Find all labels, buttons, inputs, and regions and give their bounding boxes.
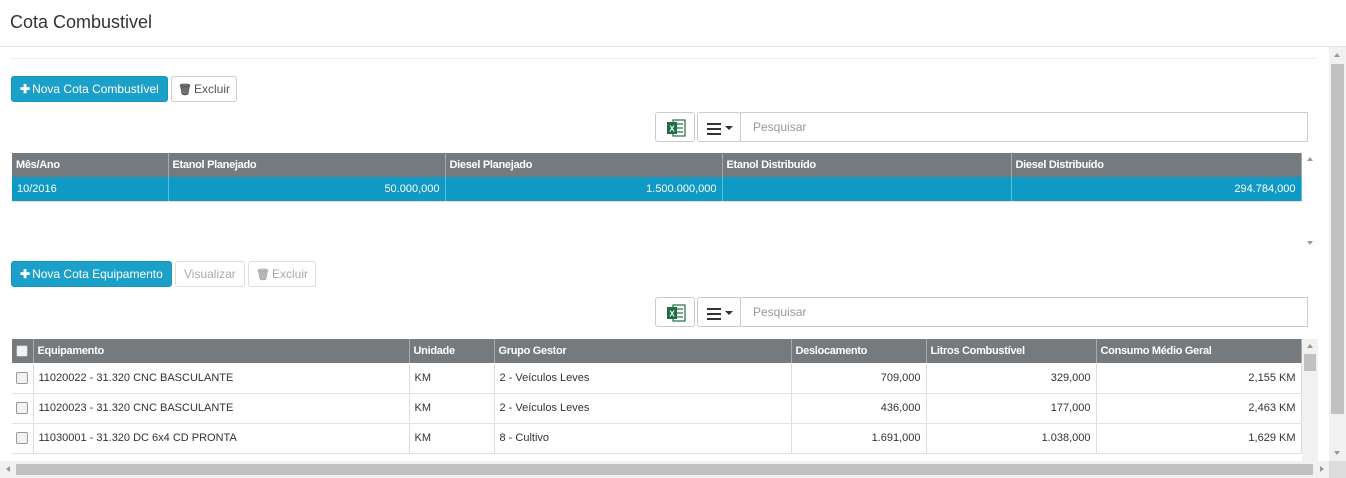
cell-deslocamento: 436,000	[791, 393, 927, 424]
cell-etanol-distribuido	[722, 177, 1012, 202]
columns-menu-button[interactable]	[697, 112, 741, 142]
scrollbar-corner	[1329, 461, 1346, 478]
row-checkbox-cell	[12, 423, 34, 454]
row-checkbox-cell	[12, 393, 34, 424]
list-menu-icon	[707, 123, 721, 138]
caret-down-icon	[725, 311, 733, 315]
scroll-thumb[interactable]	[1304, 354, 1316, 371]
column-header[interactable]: Deslocamento	[791, 339, 927, 363]
cell-consumo: 1,629 KM	[1096, 423, 1302, 454]
caret-down-icon	[725, 126, 733, 130]
cell-equipamento: 11030001 - 31.320 DC 6x4 CD PRONTA	[33, 423, 410, 454]
cell-litros: 329,000	[926, 363, 1097, 394]
search-input-fuel-quota[interactable]	[740, 112, 1308, 142]
column-header[interactable]: Consumo Médio Geral	[1096, 339, 1302, 363]
select-all-checkbox[interactable]	[16, 345, 28, 358]
main-content: ✚Nova Cota Combustível 🗑Excluir X Mês/An…	[0, 47, 1329, 461]
column-header[interactable]: Diesel Planejado	[445, 153, 723, 177]
svg-text:X: X	[669, 310, 675, 319]
cell-equipamento: 11020022 - 31.320 CNC BASCULANTE	[33, 363, 410, 394]
columns-menu-button[interactable]	[697, 297, 741, 327]
scroll-left-icon[interactable]	[6, 466, 10, 472]
table-row[interactable]: 11030001 - 31.320 DC 6x4 CD PRONTA KM 8 …	[12, 423, 1302, 454]
scroll-thumb[interactable]	[16, 464, 1313, 475]
equipment-quota-table: Equipamento Unidade Grupo Gestor Desloca…	[12, 339, 1302, 454]
cell-consumo: 2,155 KM	[1096, 363, 1302, 394]
scroll-up-icon[interactable]	[1334, 53, 1340, 57]
list-menu-icon	[707, 308, 721, 323]
page-vertical-scrollbar[interactable]	[1329, 47, 1346, 461]
export-excel-button[interactable]: X	[655, 112, 695, 142]
scroll-up-icon[interactable]	[1307, 157, 1313, 161]
fuel-quota-table: Mês/Ano Etanol Planejado Diesel Planejad…	[12, 153, 1302, 202]
new-fuel-quota-button[interactable]: ✚ Nova Cota Combustível	[11, 76, 168, 102]
cell-grupo-gestor: 2 - Veículos Leves	[494, 393, 792, 424]
scroll-thumb[interactable]	[1331, 64, 1344, 414]
table-row[interactable]: 10/2016 50.000,000 1.500.000,000 294.784…	[12, 177, 1302, 202]
cell-grupo-gestor: 8 - Cultivo	[494, 423, 792, 454]
table-header-row: Mês/Ano Etanol Planejado Diesel Planejad…	[12, 153, 1302, 177]
column-header[interactable]: Etanol Planejado	[168, 153, 446, 177]
scroll-right-icon[interactable]	[1320, 466, 1324, 472]
row-checkbox-cell	[12, 363, 34, 394]
delete-fuel-quota-button[interactable]: 🗑 Excluir	[171, 76, 237, 102]
excel-icon: X	[667, 119, 686, 137]
row-checkbox[interactable]	[16, 371, 28, 384]
select-all-header[interactable]	[12, 339, 34, 363]
export-excel-button[interactable]: X	[655, 297, 695, 327]
delete-equipment-quota-button[interactable]: 🗑 Excluir	[248, 261, 316, 287]
scroll-down-icon[interactable]	[1307, 241, 1313, 245]
cell-litros: 177,000	[926, 393, 1097, 424]
cell-etanol-planejado: 50.000,000	[168, 177, 446, 202]
table-row[interactable]: 11020022 - 31.320 CNC BASCULANTE KM 2 - …	[12, 363, 1302, 394]
trash-icon: 🗑	[178, 84, 192, 96]
plus-icon: ✚	[20, 267, 31, 281]
page-horizontal-scrollbar[interactable]	[0, 461, 1329, 478]
fuel-quota-table-scrollbar[interactable]	[1302, 153, 1318, 251]
cell-diesel-distribuido: 294.784,000	[1011, 177, 1302, 202]
cell-unidade: KM	[409, 423, 495, 454]
row-checkbox[interactable]	[16, 402, 28, 415]
cell-litros: 1.038,000	[926, 423, 1097, 454]
cell-consumo: 2,463 KM	[1096, 393, 1302, 424]
cell-unidade: KM	[409, 393, 495, 424]
row-checkbox[interactable]	[16, 432, 28, 445]
equipment-quota-table-scrollbar[interactable]	[1302, 339, 1318, 461]
column-header[interactable]: Equipamento	[33, 339, 410, 363]
scroll-up-icon[interactable]	[1307, 344, 1313, 348]
view-button[interactable]: Visualizar	[175, 261, 245, 287]
cell-diesel-planejado: 1.500.000,000	[445, 177, 723, 202]
new-equipment-quota-button[interactable]: ✚ Nova Cota Equipamento	[11, 261, 172, 287]
plus-icon: ✚	[20, 82, 31, 96]
cell-deslocamento: 709,000	[791, 363, 927, 394]
excel-icon: X	[667, 304, 686, 322]
table-row[interactable]: 11020023 - 31.320 CNC BASCULANTE KM 2 - …	[12, 393, 1302, 424]
cell-grupo-gestor: 2 - Veículos Leves	[494, 363, 792, 394]
scroll-down-icon[interactable]	[1334, 451, 1340, 455]
cell-equipamento: 11020023 - 31.320 CNC BASCULANTE	[33, 393, 410, 424]
column-header[interactable]: Etanol Distribuído	[722, 153, 1012, 177]
cell-deslocamento: 1.691,000	[791, 423, 927, 454]
content-divider	[10, 58, 1316, 59]
svg-text:X: X	[669, 125, 675, 134]
column-header[interactable]: Unidade	[409, 339, 495, 363]
page-title: Cota Combustivel	[10, 12, 153, 32]
cell-mes-ano: 10/2016	[12, 177, 169, 202]
trash-icon: 🗑	[256, 269, 270, 281]
column-header[interactable]: Grupo Gestor	[494, 339, 792, 363]
table-header-row: Equipamento Unidade Grupo Gestor Desloca…	[12, 339, 1302, 363]
cell-unidade: KM	[409, 363, 495, 394]
column-header[interactable]: Litros Combustível	[926, 339, 1097, 363]
column-header[interactable]: Diesel Distribuído	[1011, 153, 1302, 177]
search-input-equipment-quota[interactable]	[740, 297, 1308, 327]
column-header[interactable]: Mês/Ano	[12, 153, 169, 177]
